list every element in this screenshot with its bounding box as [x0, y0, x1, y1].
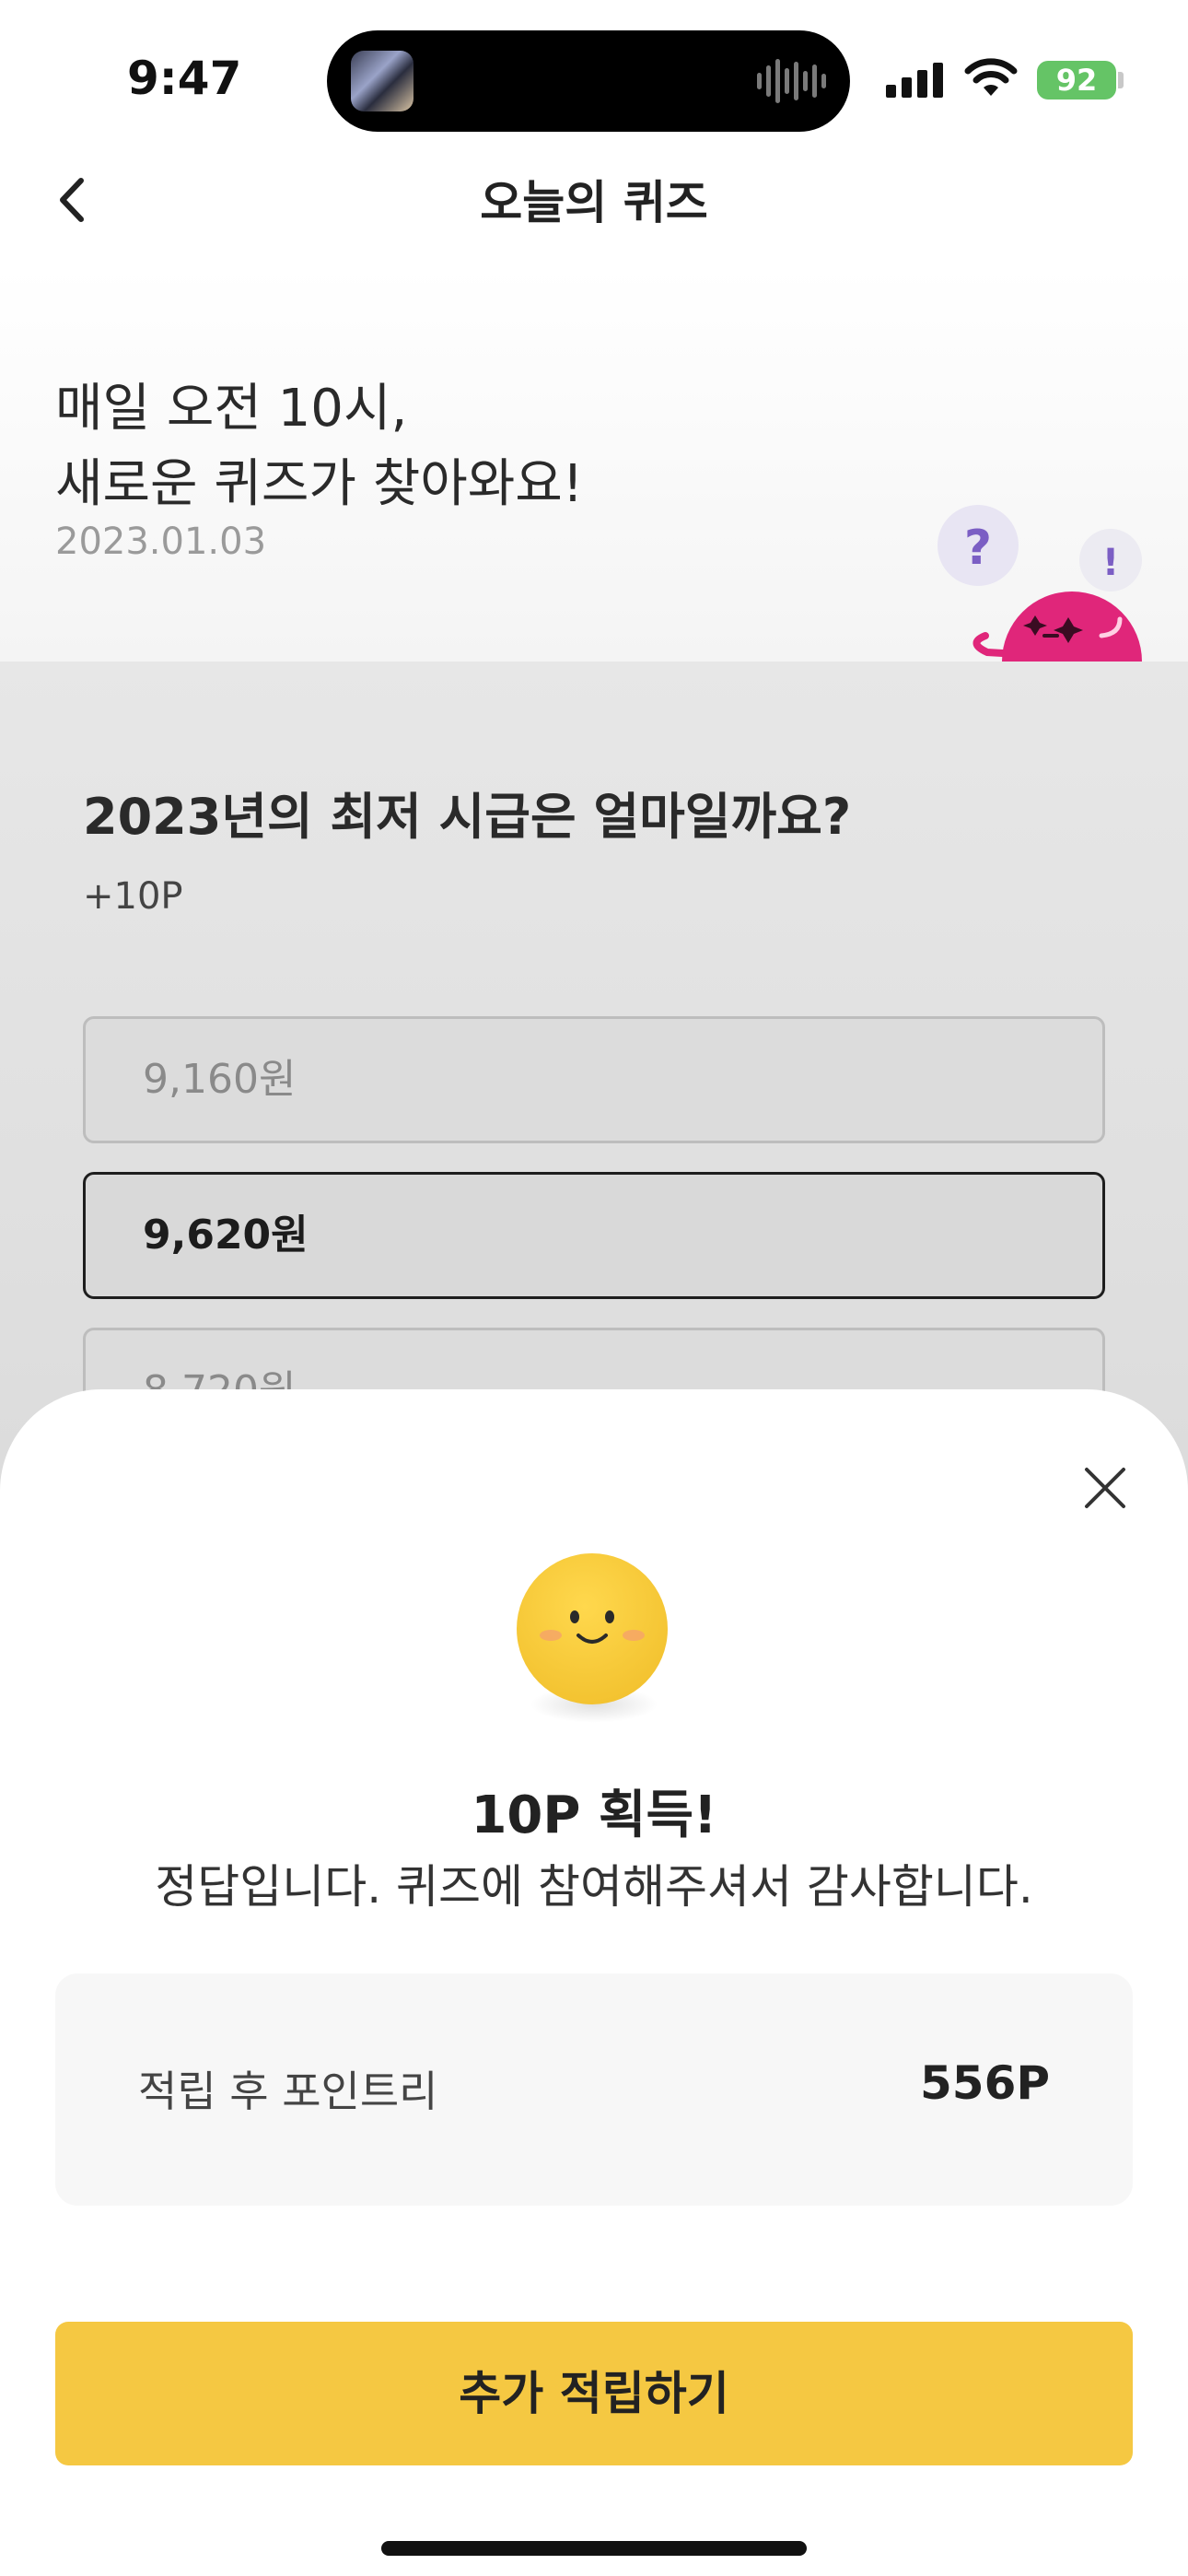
cellular-signal-icon [886, 63, 943, 98]
quiz-reward: +10P [83, 875, 183, 918]
page-title: 오늘의 퀴즈 [480, 176, 708, 229]
earn-more-button[interactable]: 추가 적립하기 [55, 2322, 1133, 2465]
battery-level: 92 [1037, 61, 1116, 100]
correct-answer-message: 정답입니다. 퀴즈에 참여해주셔서 감사합니다. [155, 1860, 1033, 1914]
close-icon[interactable] [1077, 1460, 1133, 1516]
quiz-date: 2023.01.03 [55, 521, 267, 563]
mascot-bubble-question: ? [964, 521, 992, 576]
points-earned-title: 10P 획득! [471, 1786, 717, 1845]
hero-headline-line2: 새로운 퀴즈가 찾아와요! [55, 454, 584, 514]
battery-tip [1118, 72, 1124, 88]
smiley-face-icon [517, 1553, 668, 1704]
quiz-screen: 9:47 92 오늘의 퀴즈 매일 오전 10시, 새로운 퀴즈가 찾아와요! … [0, 0, 1188, 2576]
audio-wave-icon [757, 58, 826, 104]
quiz-mascot-icon: ? ! [938, 505, 1142, 662]
home-indicator[interactable] [381, 2541, 807, 2556]
mascot-bubble-exclaim: ! [1102, 542, 1119, 584]
quiz-question: 2023년의 최저 시급은 얼마일까요? [83, 788, 852, 846]
points-after-value: 556P [919, 2056, 1050, 2110]
wifi-icon [964, 58, 1018, 96]
quiz-option-1[interactable]: 9,160원 [83, 1016, 1105, 1143]
now-playing-artwork [351, 51, 413, 111]
status-time: 9:47 [127, 52, 242, 105]
dynamic-island[interactable] [327, 30, 850, 132]
points-after-label: 적립 후 포인트리 [138, 2067, 438, 2116]
hero-headline-line1: 매일 오전 10시, [55, 379, 408, 439]
quiz-option-2[interactable]: 9,620원 [83, 1172, 1105, 1299]
